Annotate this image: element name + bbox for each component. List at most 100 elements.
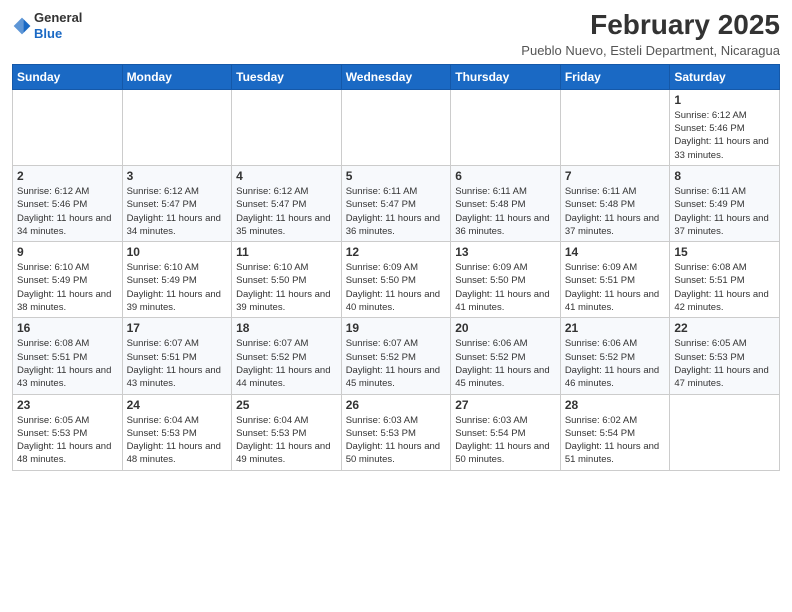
header: General Blue February 2025 Pueblo Nuevo,… — [12, 10, 780, 58]
calendar-cell: 17Sunrise: 6:07 AMSunset: 5:51 PMDayligh… — [122, 318, 232, 394]
day-number: 19 — [346, 321, 447, 335]
day-info: Sunrise: 6:05 AMSunset: 5:53 PMDaylight:… — [674, 337, 775, 390]
day-number: 16 — [17, 321, 118, 335]
calendar-cell: 24 Sunrise: 6:04 AMSunset: 5:53 PMDayligh… — [122, 394, 232, 470]
month-title: February 2025 — [521, 10, 780, 41]
calendar-cell: 12 Sunrise: 6:09 AMSunset: 5:50 PMDayligh… — [341, 242, 451, 318]
calendar-cell — [232, 89, 342, 165]
logo-icon — [12, 16, 32, 36]
calendar-cell: 25 Sunrise: 6:04 AMSunset: 5:53 PMDayligh… — [232, 394, 342, 470]
day-info: Sunrise: 6:12 AMSunset: 5:47 PMDaylight:… — [236, 185, 337, 238]
calendar-cell: 21Sunrise: 6:06 AMSunset: 5:52 PMDayligh… — [560, 318, 670, 394]
calendar-cell: 26Sunrise: 6:03 AMSunset: 5:53 PMDayligh… — [341, 394, 451, 470]
calendar-day-header: Sunday — [13, 64, 123, 89]
day-info: Sunrise: 6:09 AMSunset: 5:50 PMDaylight:… — [346, 261, 447, 314]
title-block: February 2025 Pueblo Nuevo, Esteli Depar… — [521, 10, 780, 58]
day-number: 22 — [674, 321, 775, 335]
calendar-cell: 28 Sunrise: 6:02 AMSunset: 5:54 PMDayligh… — [560, 394, 670, 470]
calendar-cell: 4Sunrise: 6:12 AMSunset: 5:47 PMDaylight… — [232, 165, 342, 241]
calendar-cell — [451, 89, 561, 165]
day-info: Sunrise: 6:06 AMSunset: 5:52 PMDaylight:… — [455, 337, 556, 390]
day-number: 15 — [674, 245, 775, 259]
day-info: Sunrise: 6:10 AMSunset: 5:50 PMDaylight:… — [236, 261, 337, 314]
day-info: Sunrise: 6:06 AMSunset: 5:52 PMDaylight:… — [565, 337, 666, 390]
day-info: Sunrise: 6:04 AMSunset: 5:53 PMDaylight:… — [236, 414, 337, 467]
calendar-cell: 18 Sunrise: 6:07 AMSunset: 5:52 PMDayligh… — [232, 318, 342, 394]
day-info: Sunrise: 6:02 AMSunset: 5:54 PMDaylight:… — [565, 414, 666, 467]
day-number: 5 — [346, 169, 447, 183]
calendar-cell: 3 Sunrise: 6:12 AMSunset: 5:47 PMDaylight… — [122, 165, 232, 241]
calendar-cell: 15 Sunrise: 6:08 AMSunset: 5:51 PMDayligh… — [670, 242, 780, 318]
day-number: 12 — [346, 245, 447, 259]
calendar-cell: 6 Sunrise: 6:11 AMSunset: 5:48 PMDaylight… — [451, 165, 561, 241]
calendar-cell: 27 Sunrise: 6:03 AMSunset: 5:54 PMDayligh… — [451, 394, 561, 470]
day-number: 17 — [127, 321, 228, 335]
calendar-cell — [122, 89, 232, 165]
calendar-cell: 14 Sunrise: 6:09 AMSunset: 5:51 PMDayligh… — [560, 242, 670, 318]
day-info: Sunrise: 6:08 AMSunset: 5:51 PMDaylight:… — [674, 261, 775, 314]
day-info: Sunrise: 6:12 AMSunset: 5:47 PMDaylight:… — [127, 185, 228, 238]
day-info: Sunrise: 6:09 AMSunset: 5:51 PMDaylight:… — [565, 261, 666, 314]
day-info: Sunrise: 6:03 AMSunset: 5:54 PMDaylight:… — [455, 414, 556, 467]
day-info: Sunrise: 6:08 AMSunset: 5:51 PMDaylight:… — [17, 337, 118, 390]
day-number: 10 — [127, 245, 228, 259]
calendar-cell: 10 Sunrise: 6:10 AMSunset: 5:49 PMDayligh… — [122, 242, 232, 318]
calendar-week-row: 2Sunrise: 6:12 AMSunset: 5:46 PMDaylight… — [13, 165, 780, 241]
calendar-cell: 1 Sunrise: 6:12 AMSunset: 5:46 PMDaylight… — [670, 89, 780, 165]
day-number: 27 — [455, 398, 556, 412]
calendar-day-header: Wednesday — [341, 64, 451, 89]
day-info: Sunrise: 6:07 AMSunset: 5:52 PMDaylight:… — [236, 337, 337, 390]
day-number: 20 — [455, 321, 556, 335]
day-number: 14 — [565, 245, 666, 259]
day-info: Sunrise: 6:09 AMSunset: 5:50 PMDaylight:… — [455, 261, 556, 314]
day-info: Sunrise: 6:11 AMSunset: 5:48 PMDaylight:… — [565, 185, 666, 238]
calendar-cell: 9 Sunrise: 6:10 AMSunset: 5:49 PMDaylight… — [13, 242, 123, 318]
calendar-day-header: Monday — [122, 64, 232, 89]
calendar-cell: 5 Sunrise: 6:11 AMSunset: 5:47 PMDaylight… — [341, 165, 451, 241]
day-info: Sunrise: 6:04 AMSunset: 5:53 PMDaylight:… — [127, 414, 228, 467]
day-info: Sunrise: 6:10 AMSunset: 5:49 PMDaylight:… — [17, 261, 118, 314]
day-info: Sunrise: 6:03 AMSunset: 5:53 PMDaylight:… — [346, 414, 447, 467]
day-number: 24 — [127, 398, 228, 412]
day-number: 25 — [236, 398, 337, 412]
calendar-cell: 8Sunrise: 6:11 AMSunset: 5:49 PMDaylight… — [670, 165, 780, 241]
calendar-cell: 22 Sunrise: 6:05 AMSunset: 5:53 PMDayligh… — [670, 318, 780, 394]
calendar-cell — [13, 89, 123, 165]
calendar-day-header: Friday — [560, 64, 670, 89]
calendar-cell — [341, 89, 451, 165]
day-number: 8 — [674, 169, 775, 183]
day-number: 9 — [17, 245, 118, 259]
calendar-cell — [670, 394, 780, 470]
calendar-cell — [560, 89, 670, 165]
day-info: Sunrise: 6:07 AMSunset: 5:52 PMDaylight:… — [346, 337, 447, 390]
calendar-cell: 11Sunrise: 6:10 AMSunset: 5:50 PMDayligh… — [232, 242, 342, 318]
page: General Blue February 2025 Pueblo Nuevo,… — [0, 0, 792, 612]
day-number: 18 — [236, 321, 337, 335]
calendar-week-row: 9 Sunrise: 6:10 AMSunset: 5:49 PMDaylight… — [13, 242, 780, 318]
day-number: 3 — [127, 169, 228, 183]
day-info: Sunrise: 6:10 AMSunset: 5:49 PMDaylight:… — [127, 261, 228, 314]
calendar-cell: 23Sunrise: 6:05 AMSunset: 5:53 PMDayligh… — [13, 394, 123, 470]
calendar-cell: 2Sunrise: 6:12 AMSunset: 5:46 PMDaylight… — [13, 165, 123, 241]
calendar-cell: 13 Sunrise: 6:09 AMSunset: 5:50 PMDayligh… — [451, 242, 561, 318]
day-number: 1 — [674, 93, 775, 107]
calendar-day-header: Tuesday — [232, 64, 342, 89]
calendar-cell: 19 Sunrise: 6:07 AMSunset: 5:52 PMDayligh… — [341, 318, 451, 394]
day-info: Sunrise: 6:11 AMSunset: 5:47 PMDaylight:… — [346, 185, 447, 238]
day-info: Sunrise: 6:11 AMSunset: 5:48 PMDaylight:… — [455, 185, 556, 238]
day-number: 28 — [565, 398, 666, 412]
calendar: SundayMondayTuesdayWednesdayThursdayFrid… — [12, 64, 780, 471]
day-info: Sunrise: 6:12 AMSunset: 5:46 PMDaylight:… — [674, 109, 775, 162]
day-number: 7 — [565, 169, 666, 183]
calendar-week-row: 23Sunrise: 6:05 AMSunset: 5:53 PMDayligh… — [13, 394, 780, 470]
calendar-cell: 20 Sunrise: 6:06 AMSunset: 5:52 PMDayligh… — [451, 318, 561, 394]
calendar-day-header: Saturday — [670, 64, 780, 89]
calendar-week-row: 16 Sunrise: 6:08 AMSunset: 5:51 PMDayligh… — [13, 318, 780, 394]
calendar-cell: 16 Sunrise: 6:08 AMSunset: 5:51 PMDayligh… — [13, 318, 123, 394]
day-number: 6 — [455, 169, 556, 183]
day-number: 13 — [455, 245, 556, 259]
day-info: Sunrise: 6:12 AMSunset: 5:46 PMDaylight:… — [17, 185, 118, 238]
calendar-cell: 7 Sunrise: 6:11 AMSunset: 5:48 PMDaylight… — [560, 165, 670, 241]
logo-general-text: General — [34, 10, 82, 25]
day-info: Sunrise: 6:05 AMSunset: 5:53 PMDaylight:… — [17, 414, 118, 467]
